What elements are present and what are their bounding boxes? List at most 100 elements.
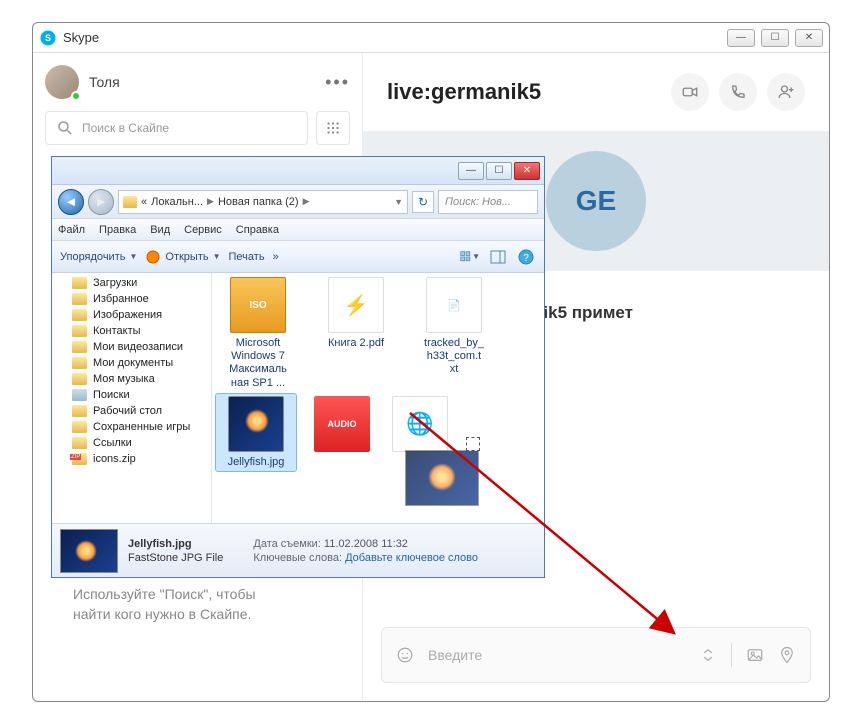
tree-item[interactable]: Поиски [52, 387, 211, 403]
nav-forward-button[interactable]: ► [88, 189, 114, 215]
preview-pane-button[interactable] [488, 247, 508, 267]
tree-item[interactable]: Сохраненные игры [52, 419, 211, 435]
explorer-close-button[interactable]: ✕ [514, 162, 540, 180]
image-attach-icon[interactable] [746, 646, 764, 664]
file-item-selected[interactable]: Jellyfish.jpg [216, 394, 296, 471]
chevron-down-icon[interactable]: ▼ [394, 197, 403, 207]
video-call-button[interactable] [671, 73, 709, 111]
globe-icon: 🌐 [392, 396, 448, 452]
message-placeholder: Введите [428, 647, 685, 663]
tree-item[interactable]: Загрузки [52, 275, 211, 291]
profile-avatar[interactable] [45, 65, 79, 99]
chevron-right-icon[interactable]: ▶ [207, 196, 214, 207]
toolbar-more[interactable]: » [273, 251, 279, 263]
folder-icon [72, 357, 87, 369]
menu-view[interactable]: Вид [150, 224, 170, 236]
tree-item[interactable]: Моя музыка [52, 371, 211, 387]
folder-tree[interactable]: Загрузки Избранное Изображения Контакты … [52, 273, 212, 523]
skype-titlebar: S Skype — ☐ ✕ [33, 23, 829, 53]
folder-icon [72, 405, 87, 417]
menu-edit[interactable]: Правка [99, 224, 136, 236]
tree-item[interactable]: Ссылки [52, 435, 211, 451]
view-mode-button[interactable]: ▼ [460, 247, 480, 267]
folder-icon [72, 277, 87, 289]
drag-insert-marker [466, 437, 480, 451]
file-grid[interactable]: ISO MicrosoftWindows 7Максимальная SP1 .… [212, 273, 544, 523]
help-icon: ? [518, 249, 534, 265]
separator [731, 643, 732, 667]
breadcrumb-part2[interactable]: Новая папка (2) [218, 196, 299, 208]
tree-item[interactable]: Рабочий стол [52, 403, 211, 419]
folder-icon [123, 196, 137, 208]
tree-item[interactable]: Избранное [52, 291, 211, 307]
dialpad-icon [324, 119, 342, 137]
svg-text:S: S [45, 33, 51, 43]
explorer-search-input[interactable]: Поиск: Нов... [438, 190, 538, 214]
menu-help[interactable]: Справка [236, 224, 279, 236]
help-button[interactable]: ? [516, 247, 536, 267]
tree-item[interactable]: Изображения [52, 307, 211, 323]
tree-item[interactable]: Мои документы [52, 355, 211, 371]
folder-icon [72, 437, 87, 449]
search-folder-icon [72, 389, 87, 401]
file-item[interactable]: AUDIO [312, 396, 372, 469]
more-button[interactable]: ••• [325, 72, 350, 93]
open-button[interactable]: Открыть ▼ [145, 249, 220, 265]
explorer-toolbar: Упорядочить ▼ Открыть ▼ Печать » ▼ ? [52, 241, 544, 273]
expand-icon[interactable] [699, 646, 717, 664]
chevron-right-icon[interactable]: ▶ [303, 196, 310, 207]
add-person-icon [777, 83, 795, 101]
explorer-maximize-button[interactable]: ☐ [486, 162, 512, 180]
tree-item[interactable]: icons.zip [52, 451, 211, 467]
folder-icon [72, 373, 87, 385]
file-item[interactable]: ISO MicrosoftWindows 7Максимальная SP1 .… [218, 277, 298, 390]
file-item[interactable]: 📄 tracked_by_h33t_com.txt [414, 277, 494, 390]
print-button[interactable]: Печать [229, 251, 265, 263]
breadcrumb-part1[interactable]: Локальн... [151, 196, 203, 208]
chat-title: live:germanik5 [387, 79, 541, 105]
explorer-titlebar[interactable]: — ☐ ✕ [52, 157, 544, 185]
search-input[interactable]: Поиск в Скайпе [45, 111, 308, 145]
tree-item[interactable]: Мои видеозаписи [52, 339, 211, 355]
date-taken-value: 11.02.2008 11:32 [324, 538, 408, 550]
add-contact-button[interactable] [767, 73, 805, 111]
folder-icon [72, 341, 87, 353]
menu-file[interactable]: Файл [58, 224, 85, 236]
close-button[interactable]: ✕ [795, 29, 823, 47]
emoji-icon[interactable] [396, 646, 414, 664]
detail-pane: Jellyfish.jpg FastStone JPG File Дата съ… [52, 523, 544, 577]
video-icon [681, 83, 699, 101]
image-thumbnail [228, 396, 284, 452]
keywords-label: Ключевые слова: [253, 552, 342, 564]
pdf-icon: ⚡ [328, 277, 384, 333]
dialpad-button[interactable] [316, 111, 350, 145]
file-item[interactable]: ⚡ Книга 2.pdf [316, 277, 396, 390]
app-title: Skype [63, 30, 99, 45]
address-bar[interactable]: « Локальн... ▶ Новая папка (2) ▶ ▼ [118, 190, 408, 214]
refresh-button[interactable]: ↻ [412, 191, 434, 213]
audio-call-button[interactable] [719, 73, 757, 111]
search-icon [56, 119, 74, 137]
app-icon [145, 249, 161, 265]
svg-text:?: ? [523, 253, 529, 264]
message-input[interactable]: Введите [381, 627, 811, 683]
search-placeholder: Поиск в Скайпе [82, 121, 169, 135]
tree-item[interactable]: Контакты [52, 323, 211, 339]
menu-tools[interactable]: Сервис [184, 224, 222, 236]
nav-back-button[interactable]: ◄ [58, 189, 84, 215]
skype-logo-icon: S [39, 29, 57, 47]
organize-button[interactable]: Упорядочить ▼ [60, 251, 137, 263]
phone-icon [729, 83, 747, 101]
contact-avatar: GE [546, 151, 646, 251]
maximize-button[interactable]: ☐ [761, 29, 789, 47]
iso-icon: ISO [230, 277, 286, 333]
explorer-menubar: Файл Правка Вид Сервис Справка [52, 219, 544, 241]
explorer-nav: ◄ ► « Локальн... ▶ Новая папка (2) ▶ ▼ ↻… [52, 185, 544, 219]
profile-name[interactable]: Толя [89, 74, 120, 90]
keywords-value[interactable]: Добавьте ключевое слово [345, 552, 478, 564]
minimize-button[interactable]: — [727, 29, 755, 47]
zip-icon [72, 453, 87, 465]
location-icon[interactable] [778, 646, 796, 664]
detail-filetype: FastStone JPG File [128, 552, 223, 564]
explorer-minimize-button[interactable]: — [458, 162, 484, 180]
